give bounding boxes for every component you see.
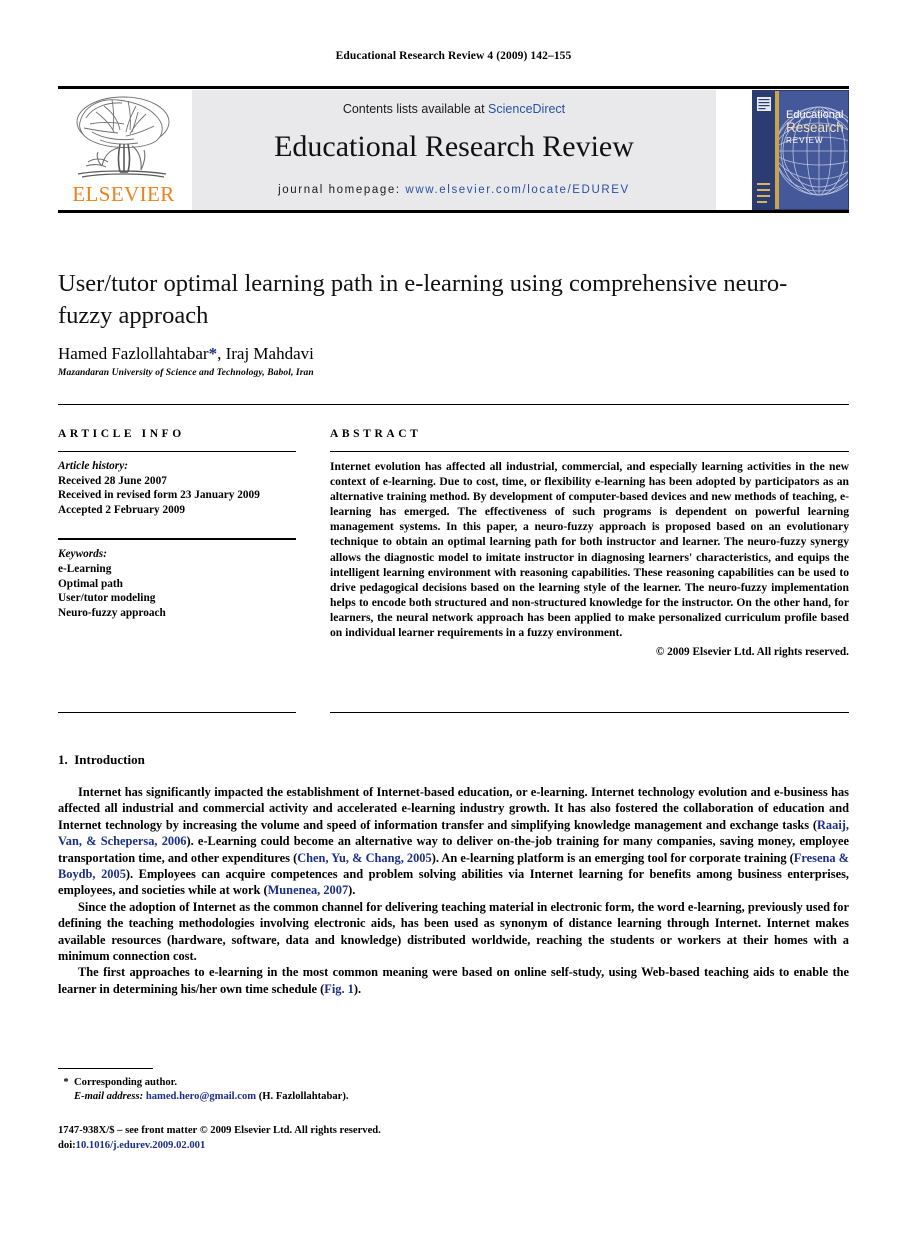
corresponding-author-note: * Corresponding author. bbox=[58, 1076, 488, 1090]
p3-part2: ). bbox=[353, 981, 362, 996]
corresponding-author-marker: * bbox=[208, 344, 218, 363]
cover-line3: REVIEW bbox=[786, 136, 824, 145]
elsevier-tree-icon bbox=[76, 96, 170, 178]
journal-banner: Contents lists available at ScienceDirec… bbox=[192, 90, 716, 210]
elsevier-wordmark: ELSEVIER bbox=[72, 182, 175, 206]
email-note: E-mail address: hamed.hero@gmail.com (H.… bbox=[58, 1090, 488, 1104]
abstract-bottom-rule bbox=[330, 712, 849, 713]
author-rest: , Iraj Mahdavi bbox=[217, 344, 314, 363]
paragraph-1: Internet has significantly impacted the … bbox=[58, 784, 849, 899]
abstract-text: Internet evolution has affected all indu… bbox=[330, 460, 849, 640]
keyword-item: Optimal path bbox=[58, 577, 123, 590]
citation-link[interactable]: Munenea, 2007 bbox=[268, 883, 349, 897]
p1-part3: ). An e-learning platform is an emerging… bbox=[431, 850, 794, 865]
history-received: Received 28 June 2007 bbox=[58, 474, 167, 487]
elsevier-logo: ELSEVIER bbox=[58, 90, 189, 210]
author-first: Hamed Fazlollahtabar bbox=[58, 344, 209, 363]
doi-link[interactable]: 10.1016/j.edurev.2009.02.001 bbox=[76, 1140, 206, 1151]
paragraph-2: Since the adoption of Internet as the co… bbox=[58, 899, 849, 964]
abstract-rule bbox=[330, 451, 849, 452]
footnote-marker: * bbox=[63, 1077, 69, 1088]
contents-available-line: Contents lists available at ScienceDirec… bbox=[192, 102, 716, 116]
abstract-column: ABSTRACT Internet evolution has affected… bbox=[330, 428, 849, 658]
doi-label: doi: bbox=[58, 1139, 76, 1151]
email-owner: (H. Fazlollahtabar). bbox=[258, 1091, 349, 1102]
journal-homepage-line: journal homepage: www.elsevier.com/locat… bbox=[192, 184, 716, 196]
footnote-block: * Corresponding author. E-mail address: h… bbox=[58, 1076, 488, 1104]
contents-prefix: Contents lists available at bbox=[342, 102, 489, 116]
figure-reference-link[interactable]: Fig. 1 bbox=[324, 982, 354, 996]
keyword-item: Neuro-fuzzy approach bbox=[58, 606, 166, 619]
abstract-heading: ABSTRACT bbox=[330, 428, 422, 440]
article-page: Educational Research Review 4 (2009) 142… bbox=[0, 0, 907, 1238]
abstract-copyright: © 2009 Elsevier Ltd. All rights reserved… bbox=[655, 646, 849, 659]
journal-homepage-link[interactable]: www.elsevier.com/locate/EDUREV bbox=[405, 184, 629, 196]
section-number: 1. bbox=[58, 752, 68, 767]
keywords-rule bbox=[58, 538, 296, 541]
homepage-prefix: journal homepage: bbox=[278, 184, 406, 196]
author-list: Hamed Fazlollahtabar*, Iraj Mahdavi bbox=[58, 344, 838, 364]
page-title: User/tutor optimal learning path in e-le… bbox=[58, 270, 788, 329]
sciencedirect-link[interactable]: ScienceDirect bbox=[488, 102, 565, 116]
section-title-text: Introduction bbox=[74, 752, 145, 767]
article-history: Article history: Received 28 June 2007 R… bbox=[58, 459, 296, 517]
keywords-block: Keywords: e-Learning Optimal path User/t… bbox=[58, 547, 296, 620]
keywords-label: Keywords: bbox=[58, 548, 107, 561]
email-link[interactable]: hamed.hero@gmail.com bbox=[146, 1091, 256, 1102]
p1-part4: ). Employees can acquire competences and… bbox=[58, 867, 849, 898]
p1-part5: ). bbox=[348, 883, 356, 898]
author-block-rule bbox=[58, 404, 849, 405]
article-info-rule bbox=[58, 451, 296, 452]
email-label: E-mail address: bbox=[74, 1091, 144, 1102]
affiliation: Mazandaran University of Science and Tec… bbox=[58, 368, 314, 378]
citation-link[interactable]: Chen, Yu, & Chang, 2005 bbox=[297, 851, 431, 865]
history-revised: Received in revised form 23 January 2009 bbox=[58, 489, 260, 502]
journal-title: Educational Research Review bbox=[274, 130, 634, 163]
corresponding-author-label: Corresponding author. bbox=[74, 1077, 178, 1088]
journal-masthead: ELSEVIER Contents lists available at Sci… bbox=[58, 86, 849, 213]
doi-line: doi:10.1016/j.edurev.2009.02.001 bbox=[58, 1139, 558, 1154]
issn-line: 1747-938X/$ – see front matter © 2009 El… bbox=[58, 1125, 381, 1136]
paragraph-3: The first approaches to e-learning in th… bbox=[58, 964, 849, 997]
p3-part1: The first approaches to e-learning in th… bbox=[58, 965, 849, 996]
p1-part1: Internet has significantly impacted the … bbox=[58, 785, 849, 832]
masthead-bottom-rule bbox=[58, 210, 849, 213]
body-text: Internet has significantly impacted the … bbox=[58, 784, 849, 997]
issn-doi-block: 1747-938X/$ – see front matter © 2009 El… bbox=[58, 1124, 558, 1153]
running-head: Educational Research Review 4 (2009) 142… bbox=[335, 50, 572, 62]
journal-cover-thumbnail: Educational Research REVIEW bbox=[752, 90, 849, 210]
cover-line2: Research bbox=[786, 120, 844, 135]
history-accepted: Accepted 2 February 2009 bbox=[58, 503, 186, 516]
article-history-label: Article history: bbox=[58, 460, 128, 472]
keyword-item: e-Learning bbox=[58, 562, 112, 575]
article-info-column: ARTICLE INFO Article history: Received 2… bbox=[58, 428, 296, 620]
section-heading-introduction: 1. Introduction bbox=[58, 752, 145, 768]
footnote-rule bbox=[58, 1068, 153, 1069]
info-bottom-rule bbox=[58, 712, 296, 713]
article-info-heading: ARTICLE INFO bbox=[58, 428, 185, 440]
journal-cover-artwork: Educational Research REVIEW bbox=[753, 91, 848, 209]
masthead-top-rule bbox=[58, 86, 849, 89]
keyword-item: User/tutor modeling bbox=[58, 592, 156, 605]
